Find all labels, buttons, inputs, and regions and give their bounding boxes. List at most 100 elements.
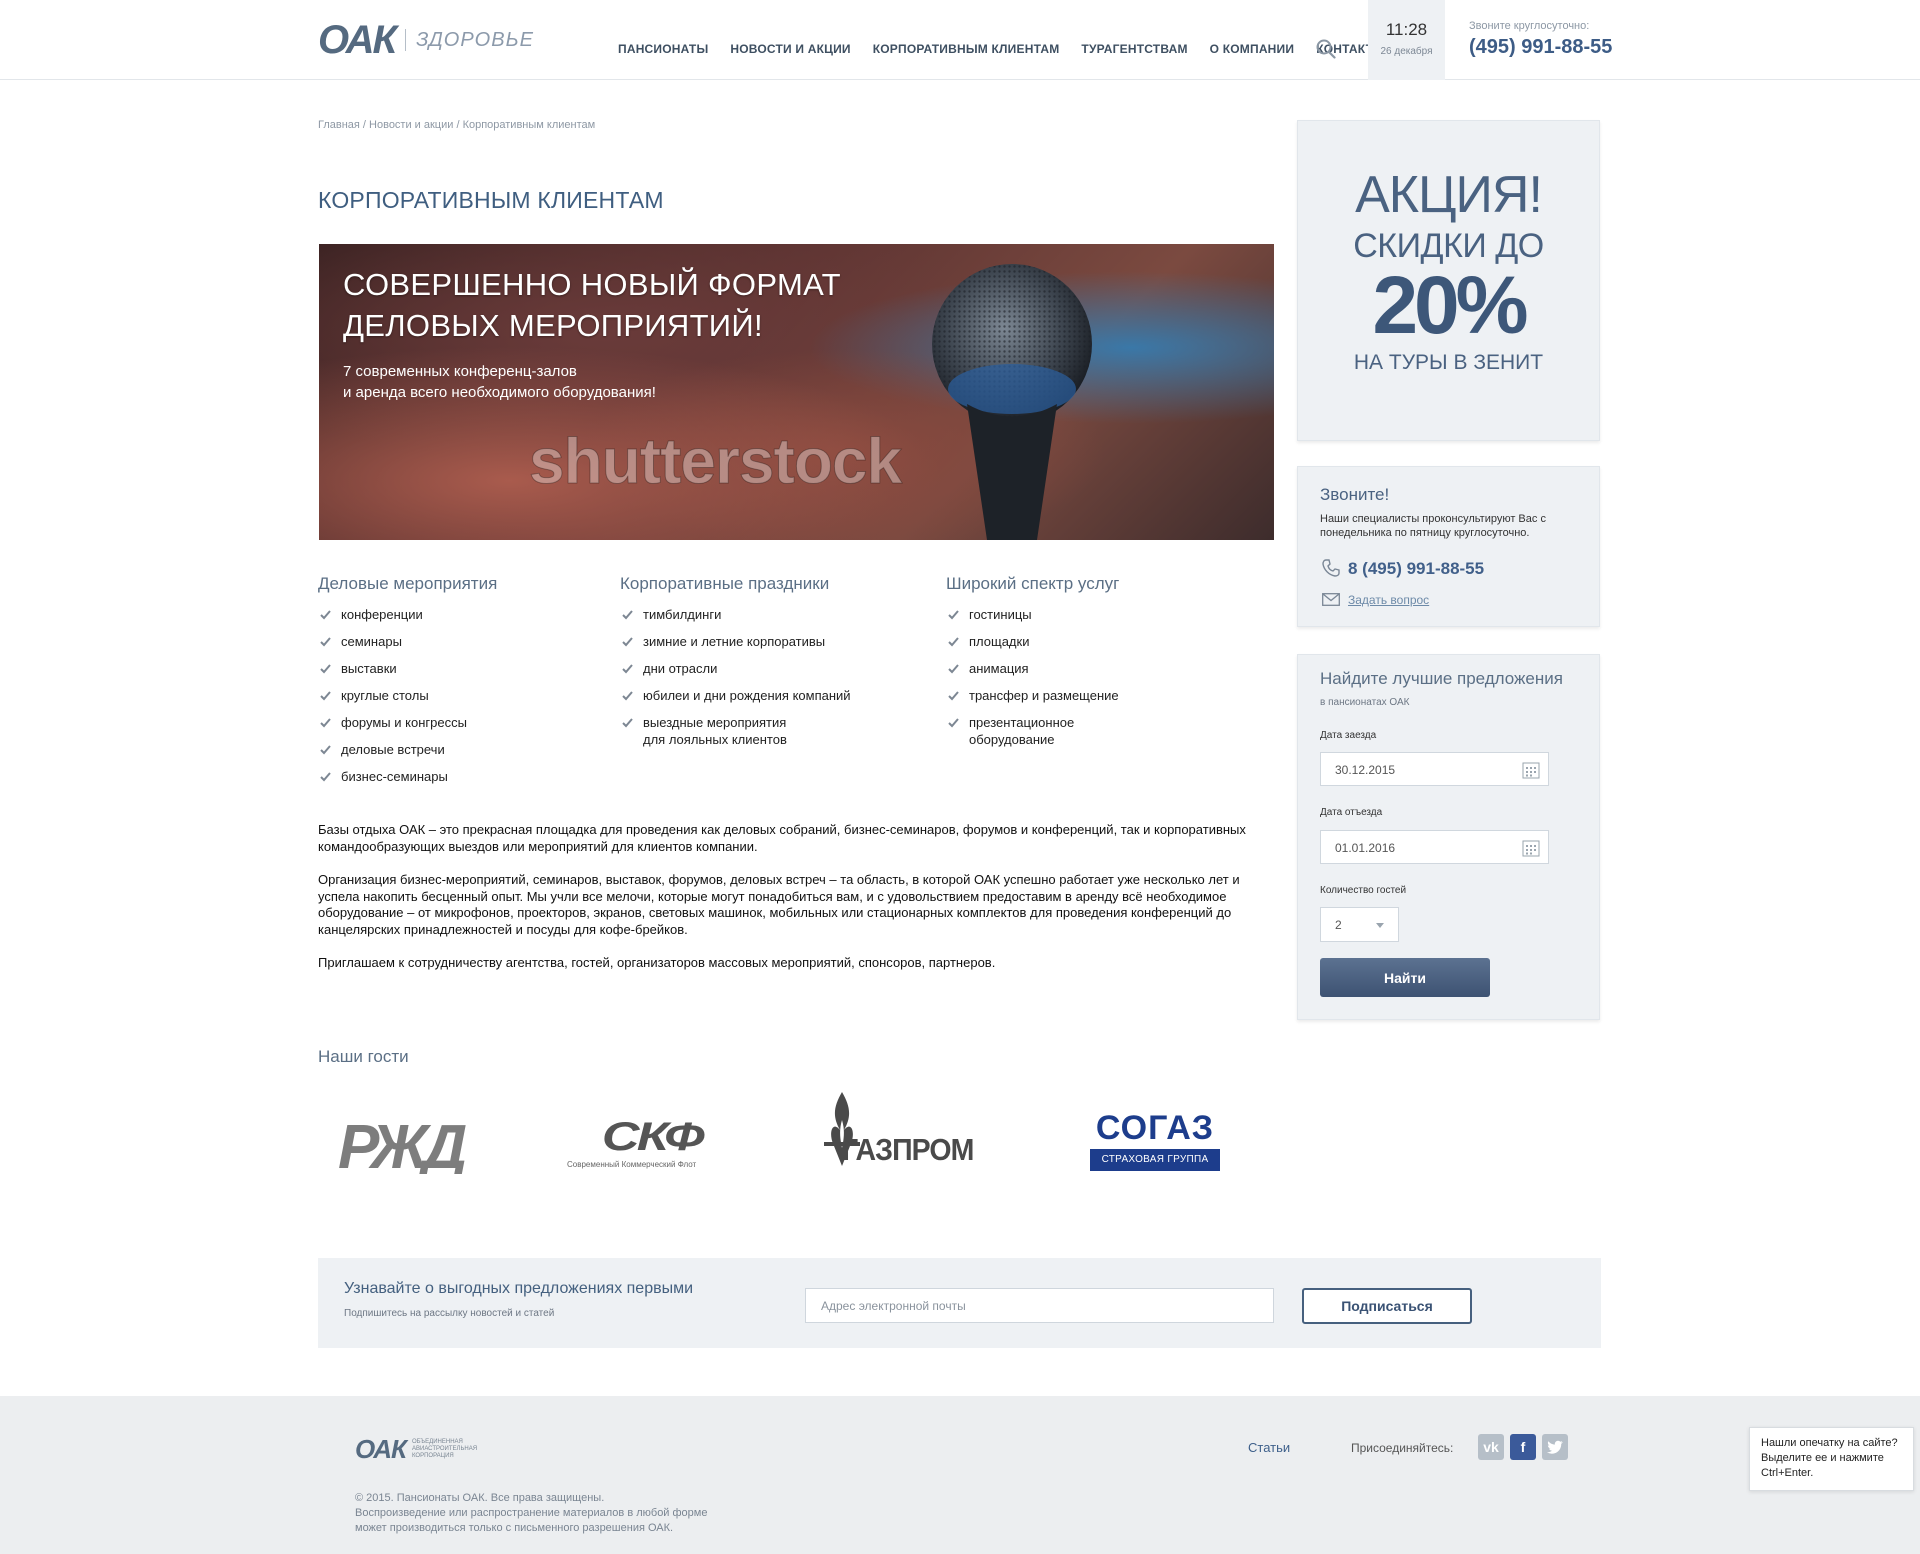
subscribe-button[interactable]: Подписаться — [1302, 1288, 1472, 1324]
list-item-label: бизнес-семинары — [341, 769, 448, 784]
chevron-down-icon — [1376, 923, 1384, 928]
check-icon — [948, 664, 959, 674]
checkin-date-field[interactable]: 30.12.2015 — [1320, 752, 1549, 786]
list-item-label: деловые встречи — [341, 742, 445, 757]
list-item-label: трансфер и размещение — [969, 688, 1119, 703]
list-item-label: презентационное оборудование — [969, 715, 1075, 747]
footer-logo-caption: ОБЪЕДИНЕННАЯ АВИАСТРОИТЕЛЬНАЯ КОРПОРАЦИЯ — [412, 1439, 478, 1459]
checkin-date-value: 30.12.2015 — [1335, 763, 1396, 777]
list-item: тимбилдинги — [620, 606, 851, 623]
main-nav: ПАНСИОНАТЫ НОВОСТИ И АКЦИИ КОРПОРАТИВНЫМ… — [618, 42, 1385, 56]
header-call-label: Звоните круглосуточно: — [1469, 20, 1590, 32]
list-item-label: конференции — [341, 607, 423, 622]
list-item: зимние и летние корпоративы — [620, 633, 851, 650]
promo-banner[interactable]: АКЦИЯ! СКИДКИ ДО 20% НА ТУРЫ В ЗЕНИТ — [1297, 120, 1600, 441]
list-item-label: гостиницы — [969, 607, 1032, 622]
paragraph: Базы отдыха ОАК – это прекрасная площадк… — [318, 822, 1246, 854]
banner-headline-line-2: ДЕЛОВЫХ МЕРОПРИЯТИЙ! — [343, 308, 763, 343]
services-column-business: Деловые мероприятия конференции семинары в… — [318, 574, 497, 795]
calendar-icon[interactable] — [1522, 761, 1540, 779]
gazprom-logo-text: ГАЗПРОМ — [842, 1132, 974, 1167]
list-item: выставки — [318, 660, 497, 677]
hero-banner: СОВЕРШЕННО НОВЫЙ ФОРМАТ ДЕЛОВЫХ МЕРОПРИЯ… — [319, 244, 1274, 540]
list-item-label: форумы и конгрессы — [341, 715, 467, 730]
twitter-icon[interactable] — [1542, 1434, 1568, 1460]
nav-item-pensionaty[interactable]: ПАНСИОНАТЫ — [618, 42, 708, 56]
clock: 11:28 26 декабря — [1368, 0, 1445, 80]
typo-line: Нашли опечатку на сайте? — [1761, 1437, 1898, 1449]
copyright-line: © 2015. Пансионаты ОАК. Все права защище… — [355, 1492, 605, 1504]
check-icon — [622, 691, 633, 701]
check-icon — [320, 610, 331, 620]
list-item-label: тимбилдинги — [643, 607, 722, 622]
list-item-label: юбилеи и дни рождения компаний — [643, 688, 851, 703]
search-form-subtitle: в пансионатах ОАК — [1320, 697, 1410, 708]
check-icon — [948, 718, 959, 728]
copyright: © 2015. Пансионаты ОАК. Все права защище… — [355, 1491, 707, 1536]
header-phone[interactable]: (495) 991-88-55 — [1469, 36, 1612, 59]
clock-time: 11:28 — [1385, 20, 1428, 39]
checklist: конференции семинары выставки круглые столы… — [318, 606, 497, 785]
email-field[interactable] — [805, 1288, 1274, 1323]
search-button[interactable]: Найти — [1320, 958, 1490, 997]
list-item: анимация — [946, 660, 1119, 677]
checkout-date-field[interactable]: 01.01.2016 — [1320, 830, 1549, 864]
list-item-label: анимация — [969, 661, 1029, 676]
logo-mark: ОАК — [318, 18, 397, 62]
description-text: Базы отдыха ОАК – это прекрасная площадк… — [318, 822, 1248, 989]
list-item: дни отрасли — [620, 660, 851, 677]
typo-line: Выделите ее и нажмите — [1761, 1452, 1884, 1464]
footer-logo-mark: ОАК — [355, 1434, 407, 1464]
call-phone[interactable]: 8 (495) 991-88-55 — [1348, 559, 1484, 579]
footer-articles-link[interactable]: Статьи — [1248, 1440, 1290, 1455]
services-column-services: Широкий спектр услуг гостиницы площадки ан… — [946, 574, 1119, 758]
list-item: бизнес-семинары — [318, 768, 497, 785]
nav-item-agencies[interactable]: ТУРАГЕНТСТВАМ — [1081, 42, 1187, 56]
breadcrumb[interactable]: Главная / Новости и акции / Корпоративны… — [318, 119, 595, 131]
facebook-icon[interactable]: f — [1510, 1434, 1536, 1460]
phone-icon — [1322, 559, 1340, 577]
checkout-date-value: 01.01.2016 — [1335, 841, 1396, 855]
check-icon — [622, 637, 633, 647]
logo-subtitle: ЗДОРОВЬЕ — [416, 28, 534, 51]
watermark: shutterstock — [528, 425, 902, 498]
check-icon — [948, 637, 959, 647]
ask-question-link[interactable]: Задать вопрос — [1348, 593, 1429, 607]
search-icon[interactable] — [1316, 39, 1336, 59]
banner-headline: СОВЕРШЕННО НОВЫЙ ФОРМАТ ДЕЛОВЫХ МЕРОПРИЯ… — [343, 264, 863, 346]
list-item-label: дни отрасли — [643, 661, 718, 676]
banner-headline-line-1: СОВЕРШЕННО НОВЫЙ ФОРМАТ — [343, 267, 841, 302]
list-item-label: семинары — [341, 634, 402, 649]
site-header: ОАК ЗДОРОВЬЕ ПАНСИОНАТЫ НОВОСТИ И АКЦИИ … — [0, 0, 1920, 80]
site-footer: ОАК ОБЪЕДИНЕННАЯ АВИАСТРОИТЕЛЬНАЯ КОРПОР… — [0, 1396, 1920, 1554]
svg-text:РЖД: РЖД — [338, 1113, 466, 1174]
copyright-line: может производиться только с письменного… — [355, 1522, 674, 1534]
check-icon — [320, 745, 331, 755]
check-icon — [320, 772, 331, 782]
nav-item-about[interactable]: О КОМПАНИИ — [1210, 42, 1295, 56]
paragraph: Приглашаем к сотрудничеству агентства, г… — [318, 955, 996, 970]
checkin-label: Дата заезда — [1320, 730, 1377, 741]
footer-join-label: Присоединяйтесь: — [1351, 1441, 1454, 1455]
rzd-logo: РЖД — [338, 1113, 472, 1174]
nav-item-news[interactable]: НОВОСТИ И АКЦИИ — [730, 42, 850, 56]
guests-select[interactable]: 2 — [1320, 907, 1399, 942]
list-item-label: зимние и летние корпоративы — [643, 634, 826, 649]
check-icon — [948, 610, 959, 620]
check-icon — [320, 691, 331, 701]
check-icon — [622, 610, 633, 620]
list-item-label: круглые столы — [341, 688, 429, 703]
copyright-line: Воспроизведение или распространение мате… — [355, 1507, 708, 1519]
nav-item-corporate[interactable]: КОРПОРАТИВНЫМ КЛИЕНТАМ — [873, 42, 1060, 56]
logo[interactable]: ОАК ЗДОРОВЬЕ — [318, 20, 534, 60]
column-title: Корпоративные праздники — [620, 574, 830, 593]
footer-logo[interactable]: ОАК ОБЪЕДИНЕННАЯ АВИАСТРОИТЕЛЬНАЯ КОРПОР… — [355, 1434, 492, 1465]
guests-title: Наши гости — [318, 1047, 409, 1066]
check-icon — [320, 637, 331, 647]
check-icon — [622, 664, 633, 674]
checklist: тимбилдинги зимние и летние корпоративы дн… — [620, 606, 851, 748]
calendar-icon[interactable] — [1522, 839, 1540, 857]
vk-icon[interactable]: vk — [1478, 1434, 1504, 1460]
list-item-label: выездные мероприятия для лояльных клиент… — [643, 715, 787, 747]
subscribe-subtitle: Подпишитесь на рассылку новостей и стате… — [344, 1308, 555, 1319]
